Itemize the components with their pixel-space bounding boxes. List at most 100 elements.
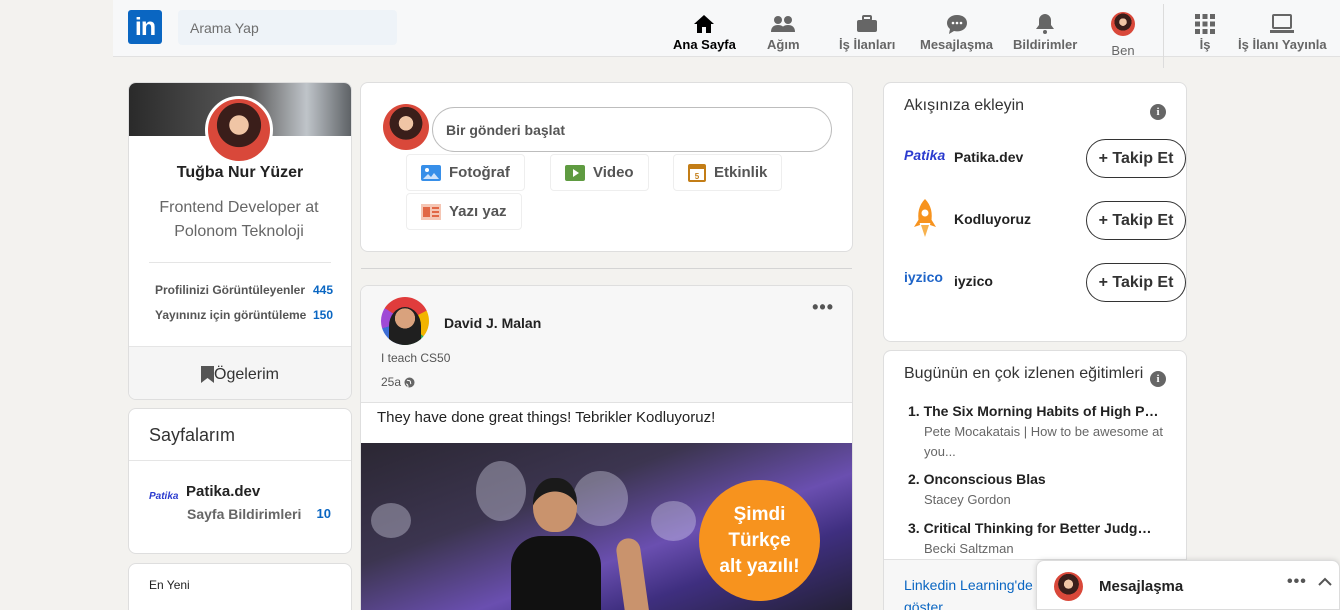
post-author-avatar[interactable] (381, 297, 429, 345)
follow-button[interactable]: + Takip Et (1086, 201, 1186, 240)
post-image[interactable]: Şimdi Türkçe alt yazılı! (361, 443, 852, 610)
background-light (651, 501, 696, 541)
write-article-label: Yazı yaz (449, 203, 507, 220)
video-label: Video (593, 164, 634, 181)
pages-card: Sayfalarım Patika Patika.dev Sayfa Bildi… (128, 408, 352, 554)
nav-work-label: İş (1199, 37, 1211, 52)
video-button[interactable]: Video (550, 154, 649, 191)
follow-button[interactable]: + Takip Et (1086, 263, 1186, 302)
event-button[interactable]: 5 Etkinlik (673, 154, 783, 191)
top-nav-bar: in Ana Sayfa Ağım İş İlanları Mesajlaşma… (113, 0, 1340, 68)
messaging-icon (946, 14, 967, 34)
course-subtitle: Stacey Gordon (924, 492, 1011, 507)
photo-button[interactable]: Fotoğraf (406, 154, 525, 191)
nav-messaging[interactable]: Mesajlaşma (920, 14, 993, 52)
post-author-name[interactable]: David J. Malan (444, 315, 541, 331)
nav-work[interactable]: İş (1195, 14, 1215, 52)
badge-line: alt yazılı! (719, 555, 800, 577)
profile-divider (149, 262, 331, 263)
stat-label: Yayınınız için görüntüleme (155, 308, 307, 322)
nav-me[interactable]: Ben (1111, 11, 1135, 58)
my-items-button[interactable]: Ögelerim (129, 346, 351, 399)
profile-stat-viewers[interactable]: Profilinizi Görüntüleyenler 445 (155, 283, 333, 297)
follow-name[interactable]: Patika.dev (954, 149, 1023, 165)
profile-name[interactable]: Tuğba Nur Yüzer (129, 164, 351, 182)
grid-icon (1195, 14, 1215, 34)
bookmark-icon (201, 366, 215, 383)
info-icon[interactable]: i (1150, 371, 1166, 387)
course-title[interactable]: 3. Critical Thinking for Better Judgment (908, 520, 1163, 536)
linkedin-logo[interactable]: in (128, 10, 162, 44)
more-options-icon[interactable]: ••• (1287, 574, 1307, 590)
video-icon (565, 164, 585, 181)
add-to-feed-title: Akışınıza ekleyin (904, 97, 1025, 114)
badge-line: Türkçe (728, 529, 791, 551)
page-notifications-label[interactable]: Sayfa Bildirimleri (187, 506, 301, 522)
page-notifications-count: 10 (316, 506, 331, 521)
speaker-figure (511, 478, 601, 610)
avatar (1054, 572, 1083, 601)
rocket-icon (914, 199, 936, 244)
nav-me-label: Ben (1111, 43, 1135, 58)
newest-card: En Yeni (128, 563, 352, 610)
course-title[interactable]: 2. Onconscious Blas (908, 471, 1163, 487)
nav-notifications[interactable]: Bildirimler (1013, 14, 1077, 52)
bell-icon (1036, 14, 1055, 34)
background-light (371, 503, 411, 538)
messaging-dock[interactable]: Mesajlaşma ••• (1036, 560, 1340, 610)
patika-logo: Patika (149, 491, 179, 502)
post-text: They have done great things! Tebrikler K… (377, 409, 716, 426)
stat-label: Profilinizi Görüntüleyenler (155, 283, 306, 297)
briefcase-icon (857, 15, 878, 32)
profile-stat-post-views[interactable]: Yayınınız için görüntüleme 150 (155, 308, 333, 322)
newest-label[interactable]: En Yeni (149, 578, 190, 592)
nav-post-job[interactable]: İş İlanı Yayınla (1238, 14, 1327, 52)
speaker-arm (614, 536, 652, 610)
nav-network[interactable]: Ağım (767, 14, 800, 52)
patika-logo: Patika (904, 147, 946, 163)
search-input[interactable] (178, 10, 397, 45)
laptop-icon (1270, 14, 1295, 33)
nav-home-label: Ana Sayfa (673, 37, 736, 52)
write-article-button[interactable]: Yazı yaz (406, 193, 522, 230)
follow-name[interactable]: Kodluyoruz (954, 211, 1031, 227)
pages-title: Sayfalarım (129, 409, 351, 461)
post-header: David J. Malan I teach CS50 25a ••• (361, 286, 852, 403)
course-title[interactable]: 1. The Six Morning Habits of High Perfor… (908, 403, 1163, 419)
nav-notifications-label: Bildirimler (1013, 37, 1078, 52)
nav-network-label: Ağım (767, 37, 800, 52)
event-label: Etkinlik (714, 164, 768, 181)
home-icon (694, 15, 715, 33)
post-timestamp: 25a (381, 375, 415, 389)
nav-jobs-label: İş İlanları (839, 37, 896, 52)
feed-post: David J. Malan I teach CS50 25a ••• They… (360, 285, 853, 610)
nav-divider (1163, 4, 1164, 68)
info-icon[interactable]: i (1150, 104, 1166, 120)
globe-icon (404, 377, 415, 387)
messaging-title[interactable]: Mesajlaşma (1099, 578, 1183, 595)
post-time-text: 25a (381, 375, 402, 389)
composer-avatar[interactable] (383, 104, 429, 150)
chevron-up-icon[interactable] (1318, 577, 1332, 587)
follow-button[interactable]: + Takip Et (1086, 139, 1186, 178)
profile-avatar[interactable] (205, 96, 273, 164)
nav-home[interactable]: Ana Sayfa (673, 14, 736, 52)
calendar-icon: 5 (688, 164, 706, 182)
my-items-label: Ögelerim (214, 365, 279, 383)
post-author-bio: I teach CS50 (381, 351, 451, 365)
avatar (1111, 11, 1135, 36)
page-name[interactable]: Patika.dev (186, 483, 260, 500)
svg-text:5: 5 (695, 172, 700, 181)
course-subtitle: Becki Saltzman (924, 541, 1014, 556)
profile-title: Frontend Developer at Polonom Teknoloji (159, 199, 319, 240)
stat-value: 150 (312, 308, 333, 322)
course-subtitle: Pete Mocakatais | How to be awesome at y… (924, 424, 1163, 459)
nav-jobs[interactable]: İş İlanları (839, 14, 895, 52)
more-options-icon[interactable]: ••• (812, 298, 834, 316)
follow-name[interactable]: iyzico (954, 273, 993, 289)
start-post-input[interactable]: Bir gönderi başlat (432, 107, 832, 152)
stat-value: 445 (312, 283, 333, 297)
network-icon (771, 16, 796, 32)
nav-post-job-label: İş İlanı Yayınla (1238, 37, 1327, 52)
post-composer: Bir gönderi başlat Fotoğraf Video 5 Etki… (360, 82, 853, 252)
